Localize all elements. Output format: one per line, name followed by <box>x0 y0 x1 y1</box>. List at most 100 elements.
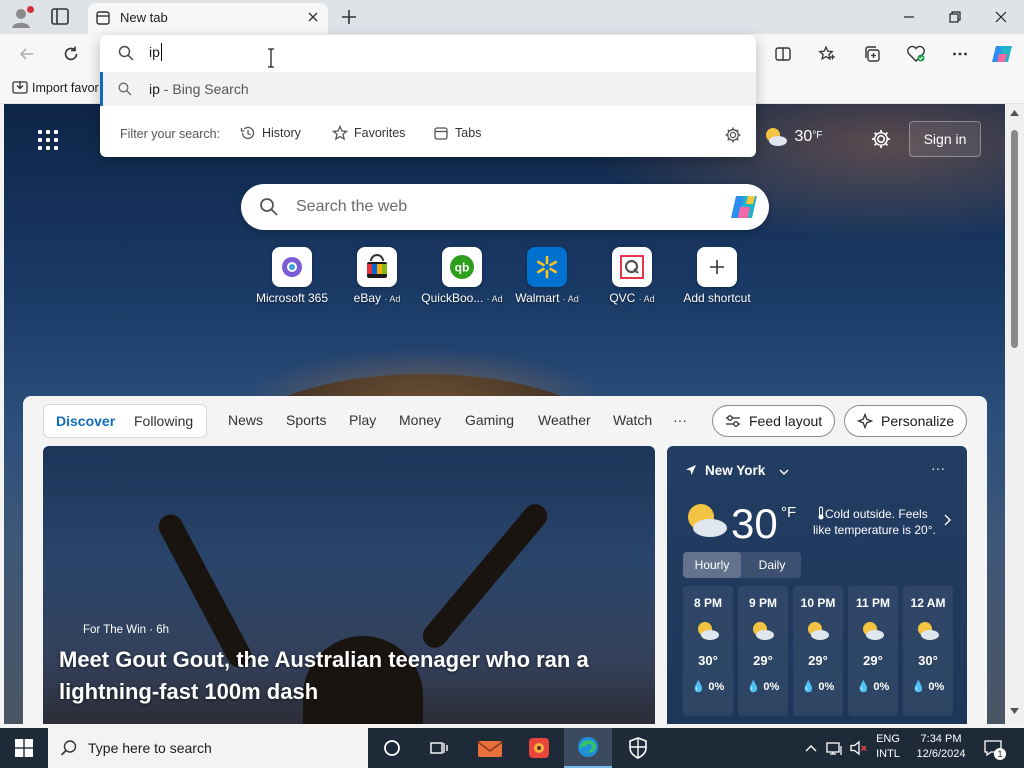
forecast-rain-value: 0% <box>928 681 945 693</box>
profile-icon[interactable] <box>10 6 34 29</box>
task-view-button[interactable] <box>416 728 464 768</box>
web-search-box[interactable]: Search the web <box>241 184 769 230</box>
tab-weather[interactable]: Weather <box>538 412 591 428</box>
forecast-rain: 💧 0% <box>793 680 843 693</box>
taskbar-app-media[interactable] <box>515 728 563 768</box>
tab-play[interactable]: Play <box>349 412 376 428</box>
refresh-button[interactable] <box>58 41 84 67</box>
more-options-icon[interactable] <box>947 41 973 67</box>
sparkle-icon <box>857 413 873 429</box>
search-settings-icon[interactable] <box>724 126 742 144</box>
media-app-icon <box>529 738 549 758</box>
story-headline[interactable]: Meet Gout Gout, the Australian teenager … <box>59 644 639 708</box>
weather-card[interactable]: New York ··· 30 °F Cold outside. Feels l… <box>667 446 967 724</box>
filter-history-label: History <box>262 126 301 140</box>
filter-tabs[interactable]: Tabs <box>433 125 481 141</box>
restore-button[interactable] <box>932 4 978 30</box>
weather-more-icon[interactable]: ··· <box>931 460 945 476</box>
history-icon <box>240 126 255 140</box>
address-bar-input[interactable]: ip <box>100 35 756 71</box>
tab-new-tab[interactable]: New tab <box>88 3 328 34</box>
import-favorites-link[interactable]: Import favor <box>12 80 99 95</box>
input-language[interactable]: ENG INTL <box>870 732 906 762</box>
page-scrollbar[interactable] <box>1005 104 1024 724</box>
shortcut-add[interactable]: Add shortcut <box>675 247 759 305</box>
search-icon <box>259 197 279 217</box>
chevron-right-icon[interactable] <box>943 514 951 526</box>
page-settings-icon[interactable] <box>870 128 892 150</box>
filter-favorites[interactable]: Favorites <box>332 125 405 141</box>
forecast-temp: 30° <box>918 653 938 668</box>
tab-gaming[interactable]: Gaming <box>465 412 514 428</box>
raindrop-icon: 💧 <box>691 681 706 693</box>
partly-cloudy-moon-icon <box>688 504 727 537</box>
cortana-icon <box>384 740 400 756</box>
shortcut-walmart[interactable]: Walmart · Ad <box>505 247 589 305</box>
back-button[interactable] <box>14 41 40 67</box>
close-window-button[interactable] <box>978 4 1024 30</box>
feed-more-tabs[interactable]: ··· <box>673 412 687 428</box>
new-tab-button[interactable] <box>338 6 360 28</box>
feed-layout-label: Feed layout <box>749 413 823 429</box>
shortcut-microsoft-365[interactable]: Microsoft 365 <box>250 247 334 305</box>
tab-page-icon <box>96 11 110 25</box>
split-screen-icon[interactable] <box>770 41 796 67</box>
weather-note: Cold outside. Feels like temperature is … <box>813 506 943 538</box>
taskbar-app-edge[interactable] <box>564 728 612 768</box>
text-cursor-icon <box>268 48 274 68</box>
raindrop-icon: 💧 <box>801 681 816 693</box>
taskbar-clock[interactable]: 7:34 PM 12/6/2024 <box>908 732 974 762</box>
tab-following[interactable]: Following <box>134 413 193 429</box>
raindrop-icon: 💧 <box>746 681 761 693</box>
shortcut-label: Walmart <box>515 291 560 305</box>
sign-in-button[interactable]: Sign in <box>909 121 981 157</box>
address-bar-value: ip <box>149 44 160 60</box>
shortcut-ebay[interactable]: eBay · Ad <box>335 247 419 305</box>
taskbar-app-security[interactable] <box>614 728 662 768</box>
taskbar-app-mail[interactable] <box>466 728 514 768</box>
windows-taskbar: Type here to search ENG INTL 7:34 PM 12/… <box>0 728 1024 768</box>
app-launcher-icon[interactable] <box>38 130 58 150</box>
copilot-icon[interactable] <box>989 41 1015 67</box>
tab-daily[interactable]: Daily <box>743 552 801 578</box>
shortcut-label: eBay <box>353 291 381 305</box>
shortcut-qvc[interactable]: QVC · Ad <box>590 247 674 305</box>
tab-money[interactable]: Money <box>399 412 441 428</box>
feed-layout-button[interactable]: Feed layout <box>712 405 836 437</box>
show-hidden-icons-button[interactable] <box>800 728 822 768</box>
scrollbar-thumb[interactable] <box>1011 130 1018 348</box>
header-weather-unit: °F <box>812 129 823 141</box>
scroll-down-icon[interactable] <box>1010 708 1019 714</box>
scroll-up-icon[interactable] <box>1010 110 1019 116</box>
network-icon[interactable] <box>824 728 846 768</box>
close-tab-icon[interactable] <box>306 10 320 24</box>
tab-hourly[interactable]: Hourly <box>683 552 741 578</box>
volume-icon[interactable] <box>848 728 870 768</box>
chevron-down-icon[interactable] <box>779 468 789 476</box>
suggestion-item[interactable]: ip - Bing Search <box>100 72 756 106</box>
profile-alert-dot <box>27 6 34 13</box>
filter-history[interactable]: History <box>240 125 301 141</box>
tab-discover[interactable]: Discover <box>56 413 115 429</box>
tab-news[interactable]: News <box>228 412 263 428</box>
favorites-icon[interactable] <box>814 41 840 67</box>
personalize-button[interactable]: Personalize <box>844 405 968 437</box>
clock-date: 12/6/2024 <box>916 748 966 760</box>
tab-watch[interactable]: Watch <box>613 412 652 428</box>
collections-icon[interactable] <box>859 41 885 67</box>
taskbar-search-box[interactable]: Type here to search <box>48 728 368 768</box>
task-view-icon <box>430 742 448 754</box>
tab-actions-icon[interactable] <box>48 6 72 28</box>
tab-sports[interactable]: Sports <box>286 412 326 428</box>
browser-essentials-icon[interactable] <box>903 41 929 67</box>
partly-cloudy-moon-icon <box>808 622 829 640</box>
weather-location[interactable]: New York <box>705 463 765 478</box>
cortana-button[interactable] <box>368 728 416 768</box>
copilot-icon[interactable] <box>729 193 759 221</box>
featured-story-card[interactable]: For The Win · 6h Meet Gout Gout, the Aus… <box>43 446 655 724</box>
shortcut-quickbooks[interactable]: qb QuickBoo... · Ad <box>420 247 504 305</box>
minimize-button[interactable] <box>886 4 932 30</box>
story-age: · 6h <box>149 624 170 636</box>
notifications-button[interactable]: 1 <box>980 728 1006 768</box>
start-button[interactable] <box>0 728 48 768</box>
